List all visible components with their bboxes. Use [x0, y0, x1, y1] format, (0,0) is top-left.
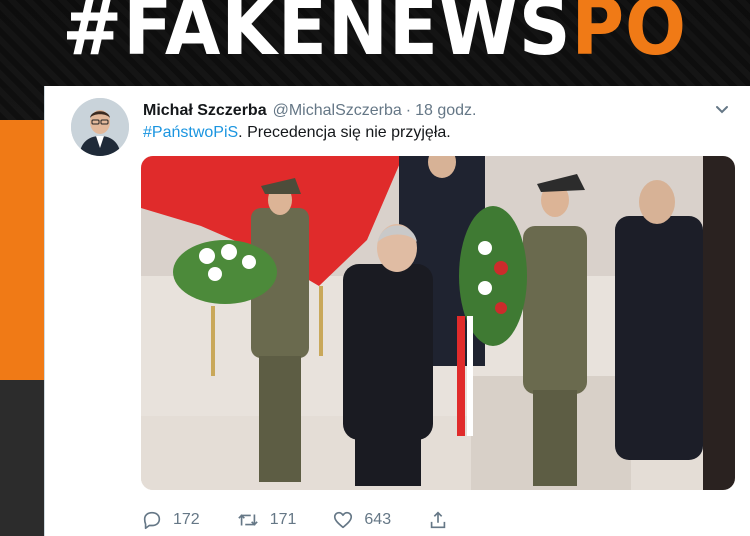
banner-title-accent: PO [571, 0, 688, 73]
tweet-actions: 172 171 643 [141, 506, 561, 534]
separator-dot: · [405, 102, 412, 119]
reply-count: 172 [173, 511, 200, 528]
avatar[interactable] [71, 98, 129, 156]
author-name[interactable]: Michał Szczerba [143, 102, 267, 120]
tweet-card: Michał Szczerba @MichalSzczerba · 18 god… [44, 86, 750, 536]
reply-button[interactable]: 172 [141, 509, 200, 531]
retweet-button[interactable]: 171 [236, 509, 297, 531]
ceremony-photo [141, 156, 735, 490]
share-button[interactable] [427, 509, 459, 531]
banner-title-main: #FAKENEWS [62, 0, 572, 73]
tweet-header: Michał Szczerba @MichalSzczerba · 18 god… [143, 100, 731, 122]
tweet-media[interactable] [141, 156, 735, 490]
retweet-count: 171 [269, 511, 297, 528]
chevron-down-icon[interactable] [713, 100, 731, 118]
tweet-time[interactable]: 18 godz. [415, 102, 476, 120]
author-handle[interactable]: @MichalSzczerba [273, 102, 402, 120]
reply-icon [143, 511, 161, 530]
tweet-body: . Precedencja się nie przyjęła. [238, 124, 451, 141]
tweet-text: #PaństwoPiS. Precedencja się nie przyjęł… [143, 124, 451, 142]
hashtag-link[interactable]: #PaństwoPiS [143, 124, 238, 141]
like-button[interactable]: 643 [332, 509, 391, 531]
like-count: 643 [364, 511, 392, 528]
banner: #FAKENEWSPO [0, 0, 750, 84]
share-icon [430, 511, 446, 529]
dark-accent-band [0, 380, 50, 536]
like-icon [334, 511, 353, 529]
banner-title: #FAKENEWSPO [63, 0, 688, 67]
retweet-icon [237, 514, 258, 526]
avatar-image [71, 98, 129, 156]
